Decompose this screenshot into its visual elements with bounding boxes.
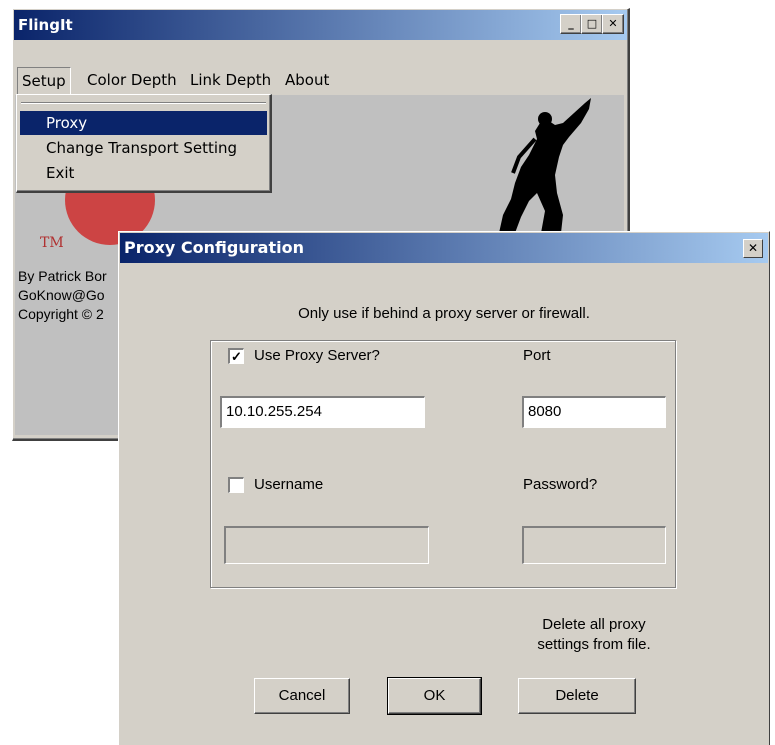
menu-item-exit[interactable]: Exit <box>20 161 267 185</box>
throwing-figure-logo <box>499 98 591 233</box>
port-input[interactable]: 8080 <box>522 396 666 428</box>
delete-button[interactable]: Delete <box>518 678 636 714</box>
dialog-close-button[interactable]: ✕ <box>743 239 763 258</box>
menu-bar: Setup Color Depth Link Depth About <box>14 67 627 95</box>
use-proxy-label: Use Proxy Server? <box>254 347 380 364</box>
username-input[interactable] <box>224 526 429 564</box>
menu-item-change-transport-setting[interactable]: Change Transport Setting <box>20 136 267 160</box>
dialog-titlebar[interactable]: Proxy Configuration <box>120 233 768 263</box>
username-checkbox[interactable] <box>228 476 244 493</box>
delete-note-line: Delete all proxy <box>542 616 646 633</box>
menu-item-proxy[interactable]: Proxy <box>20 111 267 135</box>
proxy-configuration-dialog: Proxy Configuration ✕ Only use if behind… <box>118 231 770 745</box>
delete-note-line: settings from file. <box>537 636 651 653</box>
setup-menu-dropdown: Proxy Change Transport Setting Exit <box>16 94 272 193</box>
username-label: Username <box>254 476 324 493</box>
menu-link-depth[interactable]: Link Depth <box>186 67 275 93</box>
port-label: Port <box>523 347 551 364</box>
maximize-button[interactable]: □ <box>581 14 603 34</box>
password-label: Password? <box>523 476 598 493</box>
menu-color-depth[interactable]: Color Depth <box>83 67 181 93</box>
author-line: GoKnow@Go <box>18 287 105 303</box>
main-window-title: FlingIt <box>18 16 73 34</box>
proxy-settings-group: ✓ Use Proxy Server? Port 10.10.255.254 8… <box>210 340 676 588</box>
author-info: By Patrick Bor GoKnow@Go Copyright © 2 <box>18 267 107 324</box>
menu-setup[interactable]: Setup <box>17 67 71 95</box>
minimize-button[interactable]: _ <box>560 14 582 34</box>
password-input[interactable] <box>522 526 666 564</box>
menu-separator <box>21 102 266 104</box>
use-proxy-option[interactable]: ✓ Use Proxy Server? <box>228 347 380 364</box>
delete-note: Delete all proxy settings from file. <box>514 615 674 655</box>
author-line: By Patrick Bor <box>18 268 107 284</box>
trademark-mark: TM <box>40 235 64 251</box>
proxy-note: Only use if behind a proxy server or fir… <box>298 305 590 322</box>
dialog-title: Proxy Configuration <box>124 238 304 257</box>
author-line: Copyright © 2 <box>18 306 104 322</box>
close-button[interactable]: ✕ <box>602 14 624 34</box>
proxy-server-input[interactable]: 10.10.255.254 <box>220 396 425 428</box>
cancel-button[interactable]: Cancel <box>254 678 350 714</box>
ok-button[interactable]: OK <box>387 677 482 715</box>
use-proxy-checkbox[interactable]: ✓ <box>228 347 244 364</box>
menu-about[interactable]: About <box>281 67 333 93</box>
main-titlebar[interactable]: FlingIt <box>14 10 627 40</box>
username-option[interactable]: Username <box>228 476 323 493</box>
